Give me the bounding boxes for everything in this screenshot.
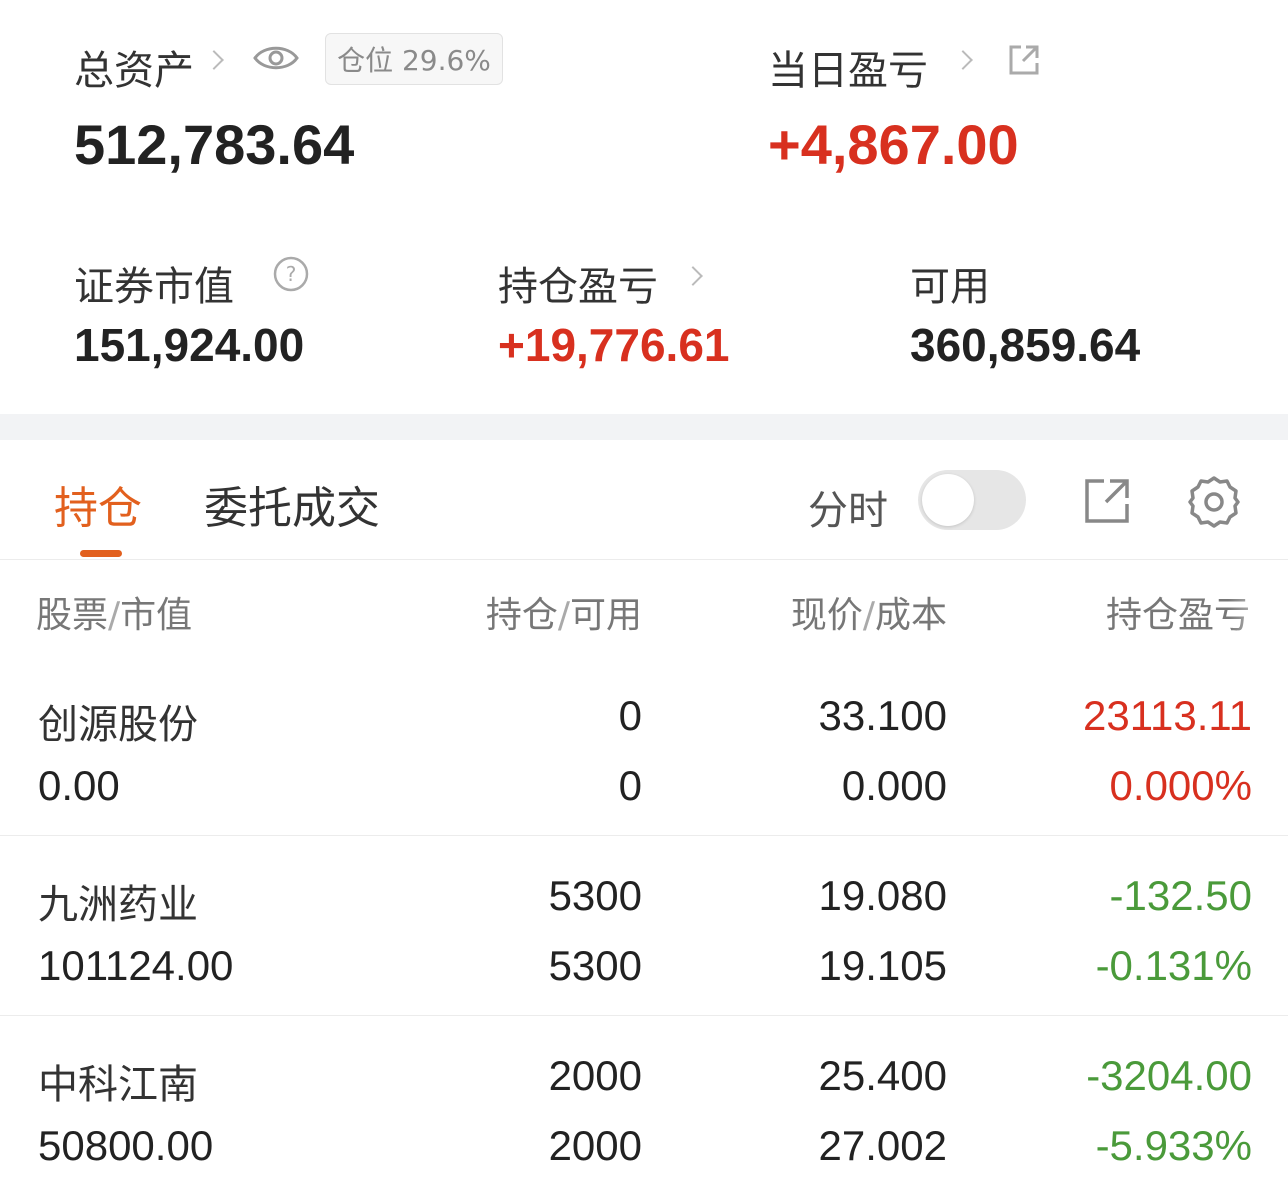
current-price: 25.400: [818, 1052, 947, 1099]
available-label: 可用: [910, 264, 990, 310]
stock-market-value: 0.00: [38, 762, 120, 809]
holdings-table-header: 股票/市值 持仓/可用 现价/成本 持仓盈亏: [0, 560, 1288, 660]
holding-pnl-label[interactable]: 持仓盈亏: [498, 254, 658, 312]
header-market: 市值: [120, 595, 193, 636]
available-qty: 0: [618, 762, 642, 809]
header-available: 可用: [569, 595, 642, 636]
header-cost: 成本: [874, 595, 947, 636]
holding-pnl: 23113.11: [1083, 692, 1252, 739]
section-divider: [0, 414, 1288, 440]
position-qty: 5300: [548, 872, 642, 919]
external-link-icon[interactable]: [1082, 476, 1132, 526]
available-value: 360,859.64: [910, 319, 1141, 371]
total-assets-value: 512,783.64: [74, 113, 355, 176]
intraday-toggle[interactable]: [918, 470, 1026, 530]
chevron-right-icon[interactable]: [683, 266, 703, 286]
table-row[interactable]: 创源股份 0.00 0 0 33.100 0.000 23113.11 0.00…: [0, 656, 1288, 836]
account-summary: 总资产 仓位 29.6% 512,783.64 当日盈亏 +4,867.00 证…: [0, 0, 1288, 414]
header-position-available[interactable]: 持仓/可用: [486, 586, 642, 638]
header-position: 持仓: [485, 595, 558, 636]
market-value: 151,924.00: [74, 319, 305, 371]
tab-bar: 持仓 委托成交 分时: [0, 440, 1288, 560]
tab-active-indicator: [80, 550, 122, 557]
holding-pnl-pct: 0.000%: [1109, 762, 1252, 809]
position-qty: 0: [618, 692, 642, 739]
holding-pnl: -3204.00: [1086, 1052, 1252, 1099]
svg-text:?: ?: [286, 262, 297, 286]
cost-price: 19.105: [818, 942, 947, 989]
eye-icon[interactable]: [252, 42, 300, 74]
current-price: 33.100: [818, 692, 947, 739]
position-qty: 2000: [548, 1052, 642, 1099]
tab-holdings[interactable]: 持仓: [54, 472, 142, 536]
table-row[interactable]: 九洲药业 101124.00 5300 5300 19.080 19.105 -…: [0, 836, 1288, 1016]
external-link-icon[interactable]: [1006, 42, 1042, 78]
holding-pnl-value: +19,776.61: [498, 319, 730, 371]
current-price: 19.080: [818, 872, 947, 919]
header-price-cost[interactable]: 现价/成本: [791, 586, 947, 638]
help-circle-icon[interactable]: ?: [272, 255, 310, 293]
header-stock-market[interactable]: 股票/市值: [36, 586, 192, 638]
stock-market-value: 50800.00: [38, 1122, 214, 1169]
total-assets-label[interactable]: 总资产: [74, 38, 194, 96]
available-qty: 2000: [548, 1122, 642, 1169]
table-row[interactable]: 中科江南 50800.00 2000 2000 25.400 27.002 -3…: [0, 1016, 1288, 1188]
holding-pnl-pct: -0.131%: [1095, 942, 1252, 989]
toggle-knob: [922, 474, 974, 526]
holding-pnl: -132.50: [1109, 872, 1252, 919]
header-separator: /: [108, 595, 121, 636]
header-fade: [1228, 560, 1288, 660]
cost-price: 27.002: [818, 1122, 947, 1169]
chevron-right-icon[interactable]: [204, 50, 224, 70]
gear-icon[interactable]: [1186, 474, 1242, 530]
daily-pnl-value: +4,867.00: [768, 113, 1019, 176]
stock-market-value: 101124.00: [38, 942, 234, 989]
stock-name: 创源股份: [38, 702, 198, 748]
header-stock: 股票: [36, 595, 109, 636]
daily-pnl-label[interactable]: 当日盈亏: [768, 38, 928, 96]
market-value-label: 证券市值: [74, 264, 234, 310]
stock-name: 九洲药业: [38, 882, 198, 928]
header-price: 现价: [790, 595, 863, 636]
header-separator: /: [557, 595, 570, 636]
holding-pnl-pct: -5.933%: [1095, 1122, 1252, 1169]
header-separator: /: [862, 595, 875, 636]
chevron-right-icon[interactable]: [953, 50, 973, 70]
position-ratio-badge: 仓位 29.6%: [325, 33, 503, 85]
stock-name: 中科江南: [38, 1062, 198, 1108]
available-qty: 5300: [548, 942, 642, 989]
intraday-label: 分时: [808, 488, 888, 534]
cost-price: 0.000: [841, 762, 947, 809]
tab-orders[interactable]: 委托成交: [204, 472, 380, 536]
